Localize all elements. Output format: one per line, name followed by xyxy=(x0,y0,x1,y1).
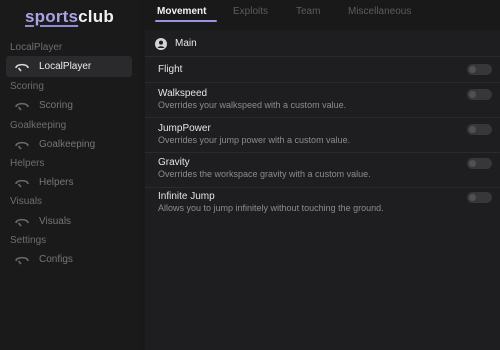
brand-logo: sportsclub xyxy=(25,7,114,27)
tab-exploits[interactable]: Exploits xyxy=(233,6,268,17)
brand-name-part2: club xyxy=(78,7,114,26)
sidebar-item-label: Goalkeeping xyxy=(39,139,96,150)
sidebar: sportsclub LocalPlayer LocalPlayer Scori… xyxy=(0,0,140,350)
sidebar-heading-localplayer: LocalPlayer xyxy=(10,42,63,53)
brand-name-part1: sports xyxy=(25,7,79,26)
toggle-knob xyxy=(469,91,476,98)
user-icon xyxy=(155,37,167,50)
app-window: sportsclub LocalPlayer LocalPlayer Scori… xyxy=(0,0,500,350)
walkspeed-toggle[interactable] xyxy=(467,89,492,100)
flight-toggle[interactable] xyxy=(467,64,492,75)
panel-header: Main xyxy=(145,30,500,57)
sidebar-heading-visuals: Visuals xyxy=(10,196,43,207)
setting-title: Infinite Jump xyxy=(158,191,215,202)
steering-icon xyxy=(15,255,29,265)
settings-panel: Main Flight Walkspeed Overrides your wal… xyxy=(145,30,500,350)
sidebar-item-goalkeeping[interactable]: Goalkeeping xyxy=(6,134,132,155)
sidebar-heading-goalkeeping: Goalkeeping xyxy=(10,120,67,131)
sidebar-item-label: Helpers xyxy=(39,177,74,188)
setting-row-gravity: Gravity Overrides the workspace gravity … xyxy=(145,153,500,188)
sidebar-item-label: Scoring xyxy=(39,100,73,111)
setting-title: JumpPower xyxy=(158,123,211,134)
active-tab-indicator xyxy=(155,20,217,22)
setting-row-flight: Flight xyxy=(145,57,500,83)
steering-icon xyxy=(15,217,29,227)
steering-icon xyxy=(15,101,29,111)
tab-team[interactable]: Team xyxy=(296,6,320,17)
steering-icon xyxy=(15,140,29,150)
panel-title: Main xyxy=(175,37,197,49)
setting-description: Overrides your walkspeed with a custom v… xyxy=(158,100,347,110)
sidebar-heading-scoring: Scoring xyxy=(10,81,44,92)
setting-row-jumppower: JumpPower Overrides your jump power with… xyxy=(145,118,500,153)
sidebar-item-helpers[interactable]: Helpers xyxy=(6,172,132,193)
toggle-knob xyxy=(469,194,476,201)
sidebar-item-label: Visuals xyxy=(39,216,72,227)
toggle-knob xyxy=(469,126,476,133)
sidebar-heading-helpers: Helpers xyxy=(10,158,45,169)
gravity-toggle[interactable] xyxy=(467,158,492,169)
setting-row-infinite-jump: Infinite Jump Allows you to jump infinit… xyxy=(145,188,500,221)
setting-title: Walkspeed xyxy=(158,88,208,99)
tab-movement[interactable]: Movement xyxy=(157,6,206,17)
sidebar-item-scoring[interactable]: Scoring xyxy=(6,95,132,116)
sidebar-item-visuals[interactable]: Visuals xyxy=(6,211,132,232)
setting-description: Overrides your jump power with a custom … xyxy=(158,135,351,145)
sidebar-item-label: LocalPlayer xyxy=(39,61,92,72)
infinite-jump-toggle[interactable] xyxy=(467,192,492,203)
tab-bar: Movement Exploits Team Miscellaneous xyxy=(145,0,500,24)
sidebar-item-localplayer[interactable]: LocalPlayer xyxy=(6,56,132,77)
toggle-knob xyxy=(469,160,476,167)
setting-description: Allows you to jump infinitely without to… xyxy=(158,203,384,213)
setting-description: Overrides the workspace gravity with a c… xyxy=(158,169,371,179)
setting-title: Flight xyxy=(158,64,183,75)
steering-icon xyxy=(15,62,29,72)
sidebar-item-label: Configs xyxy=(39,254,73,265)
toggle-knob xyxy=(469,66,476,73)
jumppower-toggle[interactable] xyxy=(467,124,492,135)
sidebar-item-configs[interactable]: Configs xyxy=(6,249,132,270)
setting-title: Gravity xyxy=(158,157,190,168)
sidebar-heading-settings: Settings xyxy=(10,235,47,246)
steering-icon xyxy=(15,178,29,188)
setting-row-walkspeed: Walkspeed Overrides your walkspeed with … xyxy=(145,83,500,118)
tab-miscellaneous[interactable]: Miscellaneous xyxy=(348,6,411,17)
